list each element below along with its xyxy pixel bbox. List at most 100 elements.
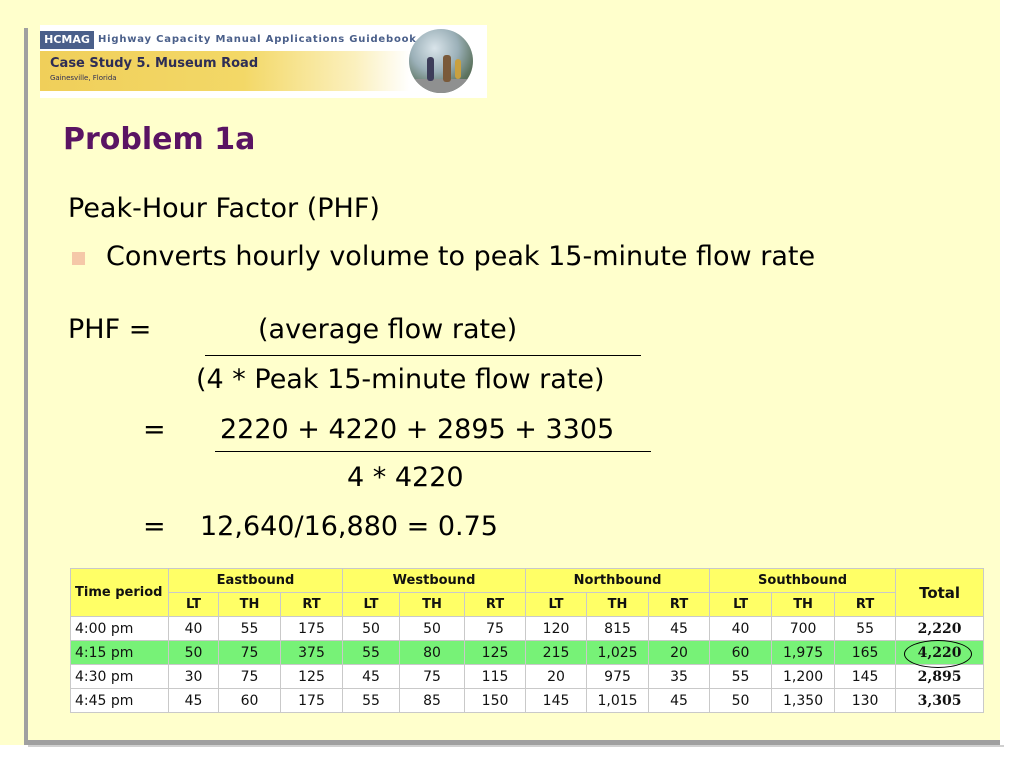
table-cell: 1,200 bbox=[771, 664, 836, 689]
peak-total-circle bbox=[904, 640, 972, 668]
slide-background: HCMAG Highway Capacity Manual Applicatio… bbox=[0, 0, 1000, 745]
table-cell: 80 bbox=[399, 640, 466, 665]
table-row: 4:30 pm 30 75 125 45 75 115 20 975 35 55… bbox=[70, 664, 985, 689]
equals-sign-1: = bbox=[143, 414, 166, 445]
header-movement: LT bbox=[709, 592, 773, 617]
table-cell: 55 bbox=[709, 664, 773, 689]
table-cell: 815 bbox=[586, 616, 650, 641]
row-total: 3,305 bbox=[895, 688, 985, 713]
header-movement: RT bbox=[648, 592, 711, 617]
table-cell: 45 bbox=[648, 616, 711, 641]
table-cell: 150 bbox=[464, 688, 527, 713]
row-total: 2,220 bbox=[895, 616, 985, 641]
formula-denominator: (4 * Peak 15-minute flow rate) bbox=[196, 364, 605, 395]
row-time: 4:45 pm bbox=[70, 688, 169, 713]
table-cell: 55 bbox=[834, 616, 897, 641]
phf-heading: Peak-Hour Factor (PHF) bbox=[68, 193, 380, 224]
volume-table: Time period Eastbound Westbound Northbou… bbox=[70, 568, 985, 713]
header-movement: RT bbox=[834, 592, 897, 617]
guidebook-title: Highway Capacity Manual Applications Gui… bbox=[98, 34, 417, 45]
table-row: 4:45 pm 45 60 175 55 85 150 145 1,015 45… bbox=[70, 688, 985, 713]
hcmag-banner: HCMAG Highway Capacity Manual Applicatio… bbox=[40, 25, 487, 98]
table-cell: 975 bbox=[586, 664, 650, 689]
table-cell: 375 bbox=[279, 640, 344, 665]
header-movement: RT bbox=[279, 592, 344, 617]
table-cell: 55 bbox=[342, 640, 401, 665]
banner-top-bar: HCMAG Highway Capacity Manual Applicatio… bbox=[40, 31, 416, 49]
header-movement: TH bbox=[771, 592, 836, 617]
table-cell: 1,025 bbox=[586, 640, 650, 665]
table-cell: 50 bbox=[342, 616, 401, 641]
table-cell: 30 bbox=[168, 664, 219, 689]
formula-numerator: (average flow rate) bbox=[258, 314, 518, 345]
header-time-period: Time period bbox=[70, 568, 169, 617]
table-cell: 60 bbox=[218, 688, 281, 713]
table-cell: 145 bbox=[834, 664, 897, 689]
table-cell: 50 bbox=[168, 640, 219, 665]
table-cell: 125 bbox=[464, 640, 527, 665]
table-row: 4:00 pm 40 55 175 50 50 75 120 815 45 40… bbox=[70, 616, 985, 641]
table-cell: 130 bbox=[834, 688, 897, 713]
table-cell: 145 bbox=[525, 688, 588, 713]
table-cell: 20 bbox=[648, 640, 711, 665]
slide-title: Problem 1a bbox=[63, 122, 256, 157]
table-cell: 75 bbox=[399, 664, 466, 689]
header-movement: RT bbox=[464, 592, 527, 617]
header-eastbound: Eastbound bbox=[167, 568, 344, 593]
table-cell: 120 bbox=[525, 616, 588, 641]
equals-sign-2: = bbox=[143, 511, 166, 542]
formula-result: 12,640/16,880 = 0.75 bbox=[200, 511, 498, 542]
table-cell: 700 bbox=[771, 616, 836, 641]
table-cell: 60 bbox=[709, 640, 773, 665]
header-northbound: Northbound bbox=[525, 568, 711, 593]
row-total: 2,895 bbox=[895, 664, 985, 689]
header-movement: LT bbox=[342, 592, 401, 617]
fraction-bar-2 bbox=[215, 451, 651, 452]
formula-lhs: PHF = bbox=[68, 314, 152, 345]
row-time: 4:15 pm bbox=[70, 640, 169, 665]
case-study-bar: Case Study 5. Museum Road Gainesville, F… bbox=[40, 51, 410, 91]
header-movement: LT bbox=[525, 592, 588, 617]
header-westbound: Westbound bbox=[342, 568, 527, 593]
table-cell: 75 bbox=[218, 664, 281, 689]
table-cell: 165 bbox=[834, 640, 897, 665]
table-cell: 1,975 bbox=[771, 640, 836, 665]
table-cell: 55 bbox=[218, 616, 281, 641]
table-cell: 175 bbox=[279, 688, 344, 713]
table-cell: 45 bbox=[342, 664, 401, 689]
table-row-highlighted: 4:15 pm 50 75 375 55 80 125 215 1,025 20… bbox=[70, 640, 985, 665]
table-cell: 50 bbox=[709, 688, 773, 713]
table-cell: 35 bbox=[648, 664, 711, 689]
table-cell: 115 bbox=[464, 664, 527, 689]
table-cell: 55 bbox=[342, 688, 401, 713]
header-total: Total bbox=[895, 568, 985, 617]
table-cell: 125 bbox=[279, 664, 344, 689]
case-study-title: Case Study 5. Museum Road bbox=[50, 56, 259, 71]
formula-denominator-2: 4 * 4220 bbox=[347, 462, 464, 493]
formula-numerator-2: 2220 + 4220 + 2895 + 3305 bbox=[220, 414, 615, 445]
table-cell: 1,015 bbox=[586, 688, 650, 713]
bullet-text: Converts hourly volume to peak 15-minute… bbox=[106, 241, 816, 272]
header-movement: TH bbox=[586, 592, 650, 617]
table-cell: 20 bbox=[525, 664, 588, 689]
table-cell: 45 bbox=[168, 688, 219, 713]
table-cell: 75 bbox=[218, 640, 281, 665]
slide-frame-shadow bbox=[28, 745, 1004, 747]
table-cell: 40 bbox=[709, 616, 773, 641]
table-cell: 175 bbox=[279, 616, 344, 641]
row-time: 4:00 pm bbox=[70, 616, 169, 641]
fraction-bar-1 bbox=[205, 355, 641, 356]
table-cell: 50 bbox=[399, 616, 466, 641]
table-cell: 85 bbox=[399, 688, 466, 713]
bullet-square-icon bbox=[72, 252, 85, 265]
header-movement: TH bbox=[399, 592, 466, 617]
table-cell: 40 bbox=[168, 616, 219, 641]
row-time: 4:30 pm bbox=[70, 664, 169, 689]
hcmag-badge: HCMAG bbox=[40, 31, 94, 49]
table-cell: 215 bbox=[525, 640, 588, 665]
header-movement: TH bbox=[218, 592, 281, 617]
table-cell: 75 bbox=[464, 616, 527, 641]
table-cell: 45 bbox=[648, 688, 711, 713]
case-study-location: Gainesville, Florida bbox=[50, 74, 117, 82]
pedestrian-photo-icon bbox=[409, 29, 473, 93]
